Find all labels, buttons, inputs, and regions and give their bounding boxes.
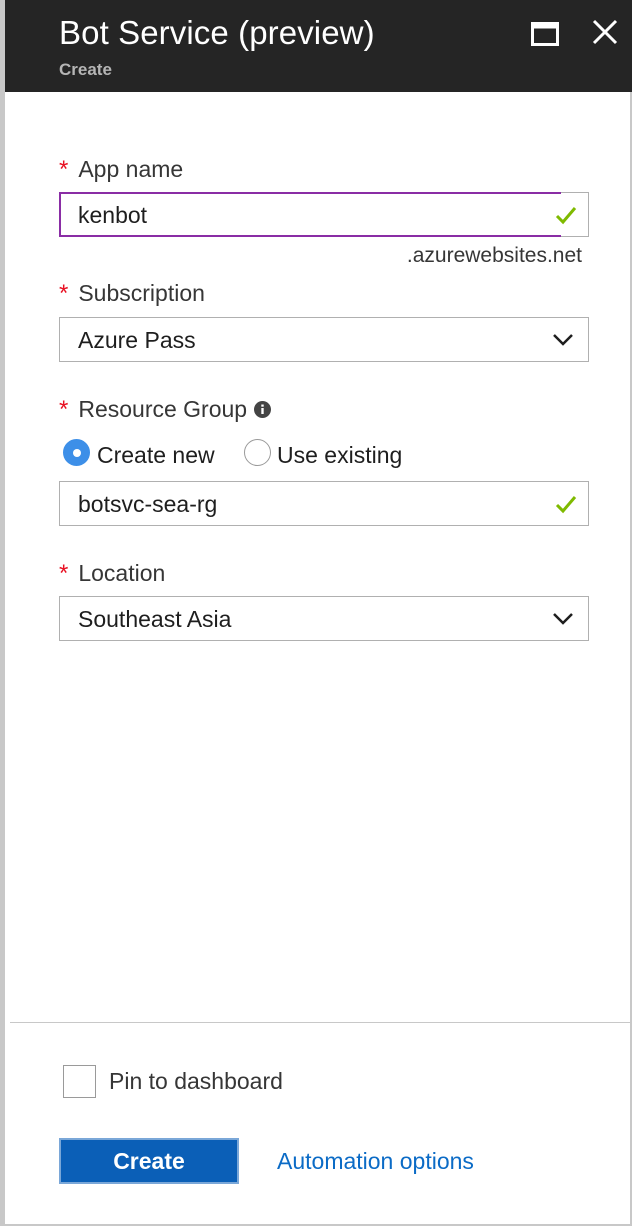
- blade-title: Bot Service (preview): [59, 14, 375, 51]
- app-name-input[interactable]: kenbot: [59, 192, 589, 237]
- create-blade: Bot Service (preview) Create * App name k…: [0, 0, 632, 1226]
- blade-header: Bot Service (preview) Create: [5, 0, 632, 92]
- required-marker: *: [59, 156, 69, 183]
- checkmark-icon: [555, 207, 577, 225]
- required-marker: *: [59, 280, 69, 307]
- required-marker: *: [59, 560, 69, 587]
- checkmark-icon: [555, 496, 577, 514]
- chevron-down-icon: [553, 613, 573, 625]
- location-value: Southeast Asia: [78, 606, 232, 632]
- app-name-suffix: .azurewebsites.net: [406, 244, 582, 267]
- subscription-label: * Subscription: [59, 280, 205, 308]
- app-name-label-text: App name: [78, 156, 184, 182]
- resource-group-value: botsvc-sea-rg: [78, 491, 218, 517]
- close-icon[interactable]: [590, 17, 620, 47]
- app-name-value: kenbot: [78, 202, 148, 228]
- blade-subtitle: Create: [59, 60, 112, 79]
- create-button[interactable]: Create: [59, 1138, 239, 1184]
- pin-to-dashboard-checkbox[interactable]: [63, 1065, 96, 1098]
- resource-group-input[interactable]: botsvc-sea-rg: [59, 481, 589, 526]
- subscription-value: Azure Pass: [78, 327, 196, 353]
- automation-options-link[interactable]: Automation options: [277, 1148, 474, 1175]
- radio-use-existing-label[interactable]: Use existing: [277, 442, 402, 469]
- location-label: * Location: [59, 560, 165, 588]
- radio-create-new[interactable]: [63, 439, 90, 466]
- app-name-label: * App name: [59, 156, 183, 184]
- subscription-label-text: Subscription: [78, 280, 205, 306]
- footer-divider: [10, 1022, 632, 1023]
- resource-group-label: * Resource Group: [59, 396, 272, 424]
- location-label-text: Location: [78, 560, 166, 586]
- resource-group-label-text: Resource Group: [78, 396, 248, 422]
- radio-use-existing[interactable]: [244, 439, 271, 466]
- location-dropdown[interactable]: Southeast Asia: [59, 596, 589, 641]
- radio-create-new-label[interactable]: Create new: [97, 442, 215, 469]
- pin-to-dashboard-label[interactable]: Pin to dashboard: [109, 1068, 283, 1095]
- required-marker: *: [59, 396, 69, 423]
- info-icon[interactable]: [254, 400, 272, 418]
- maximize-icon[interactable]: [531, 22, 559, 46]
- subscription-dropdown[interactable]: Azure Pass: [59, 317, 589, 362]
- chevron-down-icon: [553, 334, 573, 346]
